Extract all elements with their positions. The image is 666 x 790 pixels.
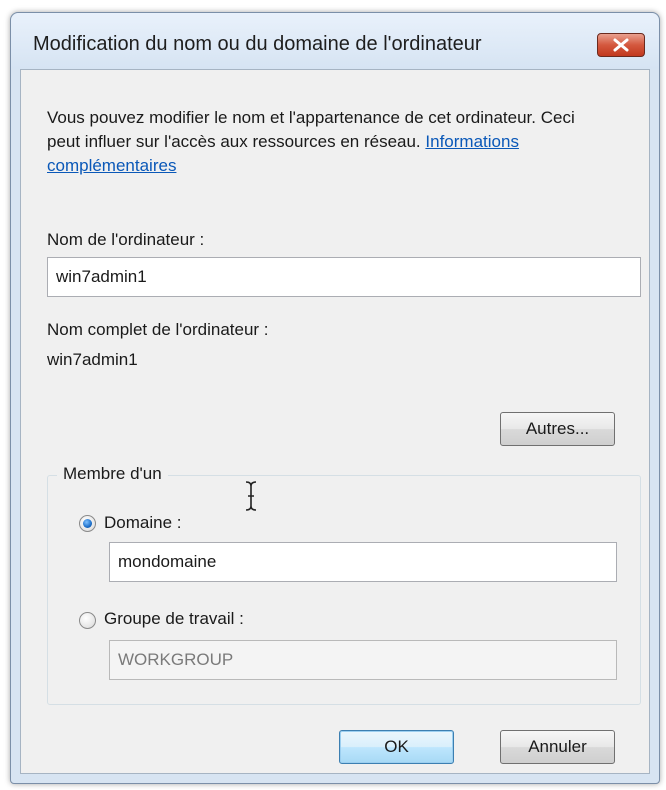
workgroup-label[interactable]: Groupe de travail :: [104, 607, 244, 631]
intro-text: Vous pouvez modifier le nom et l'apparte…: [47, 106, 607, 178]
workgroup-radio[interactable]: [79, 612, 96, 629]
full-name-label: Nom complet de l'ordinateur :: [47, 320, 269, 339]
workgroup-value: WORKGROUP: [118, 650, 234, 669]
computer-name-input[interactable]: win7admin1: [47, 257, 641, 297]
computer-name-label: Nom de l'ordinateur :: [47, 230, 205, 249]
title-bar[interactable]: Modification du nom ou du domaine de l'o…: [11, 13, 659, 69]
text-cursor-icon: [245, 481, 257, 511]
close-icon: [613, 38, 629, 52]
cancel-button[interactable]: Annuler: [500, 730, 615, 764]
close-button[interactable]: [597, 33, 645, 57]
window-title: Modification du nom ou du domaine de l'o…: [33, 33, 482, 55]
domain-label[interactable]: Domaine :: [104, 511, 181, 535]
dialog-content: Vous pouvez modifier le nom et l'apparte…: [20, 69, 650, 774]
workgroup-input[interactable]: WORKGROUP: [109, 640, 617, 680]
full-name-value: win7admin1: [47, 350, 138, 369]
dialog-window: Modification du nom ou du domaine de l'o…: [10, 12, 660, 784]
domain-radio[interactable]: [79, 515, 96, 532]
membership-legend: Membre d'un: [57, 462, 168, 486]
more-button[interactable]: Autres...: [500, 412, 615, 446]
domain-value: mondomaine: [118, 552, 217, 571]
computer-name-value: win7admin1: [56, 267, 147, 286]
domain-input[interactable]: mondomaine: [109, 542, 617, 582]
ok-button[interactable]: OK: [339, 730, 454, 764]
